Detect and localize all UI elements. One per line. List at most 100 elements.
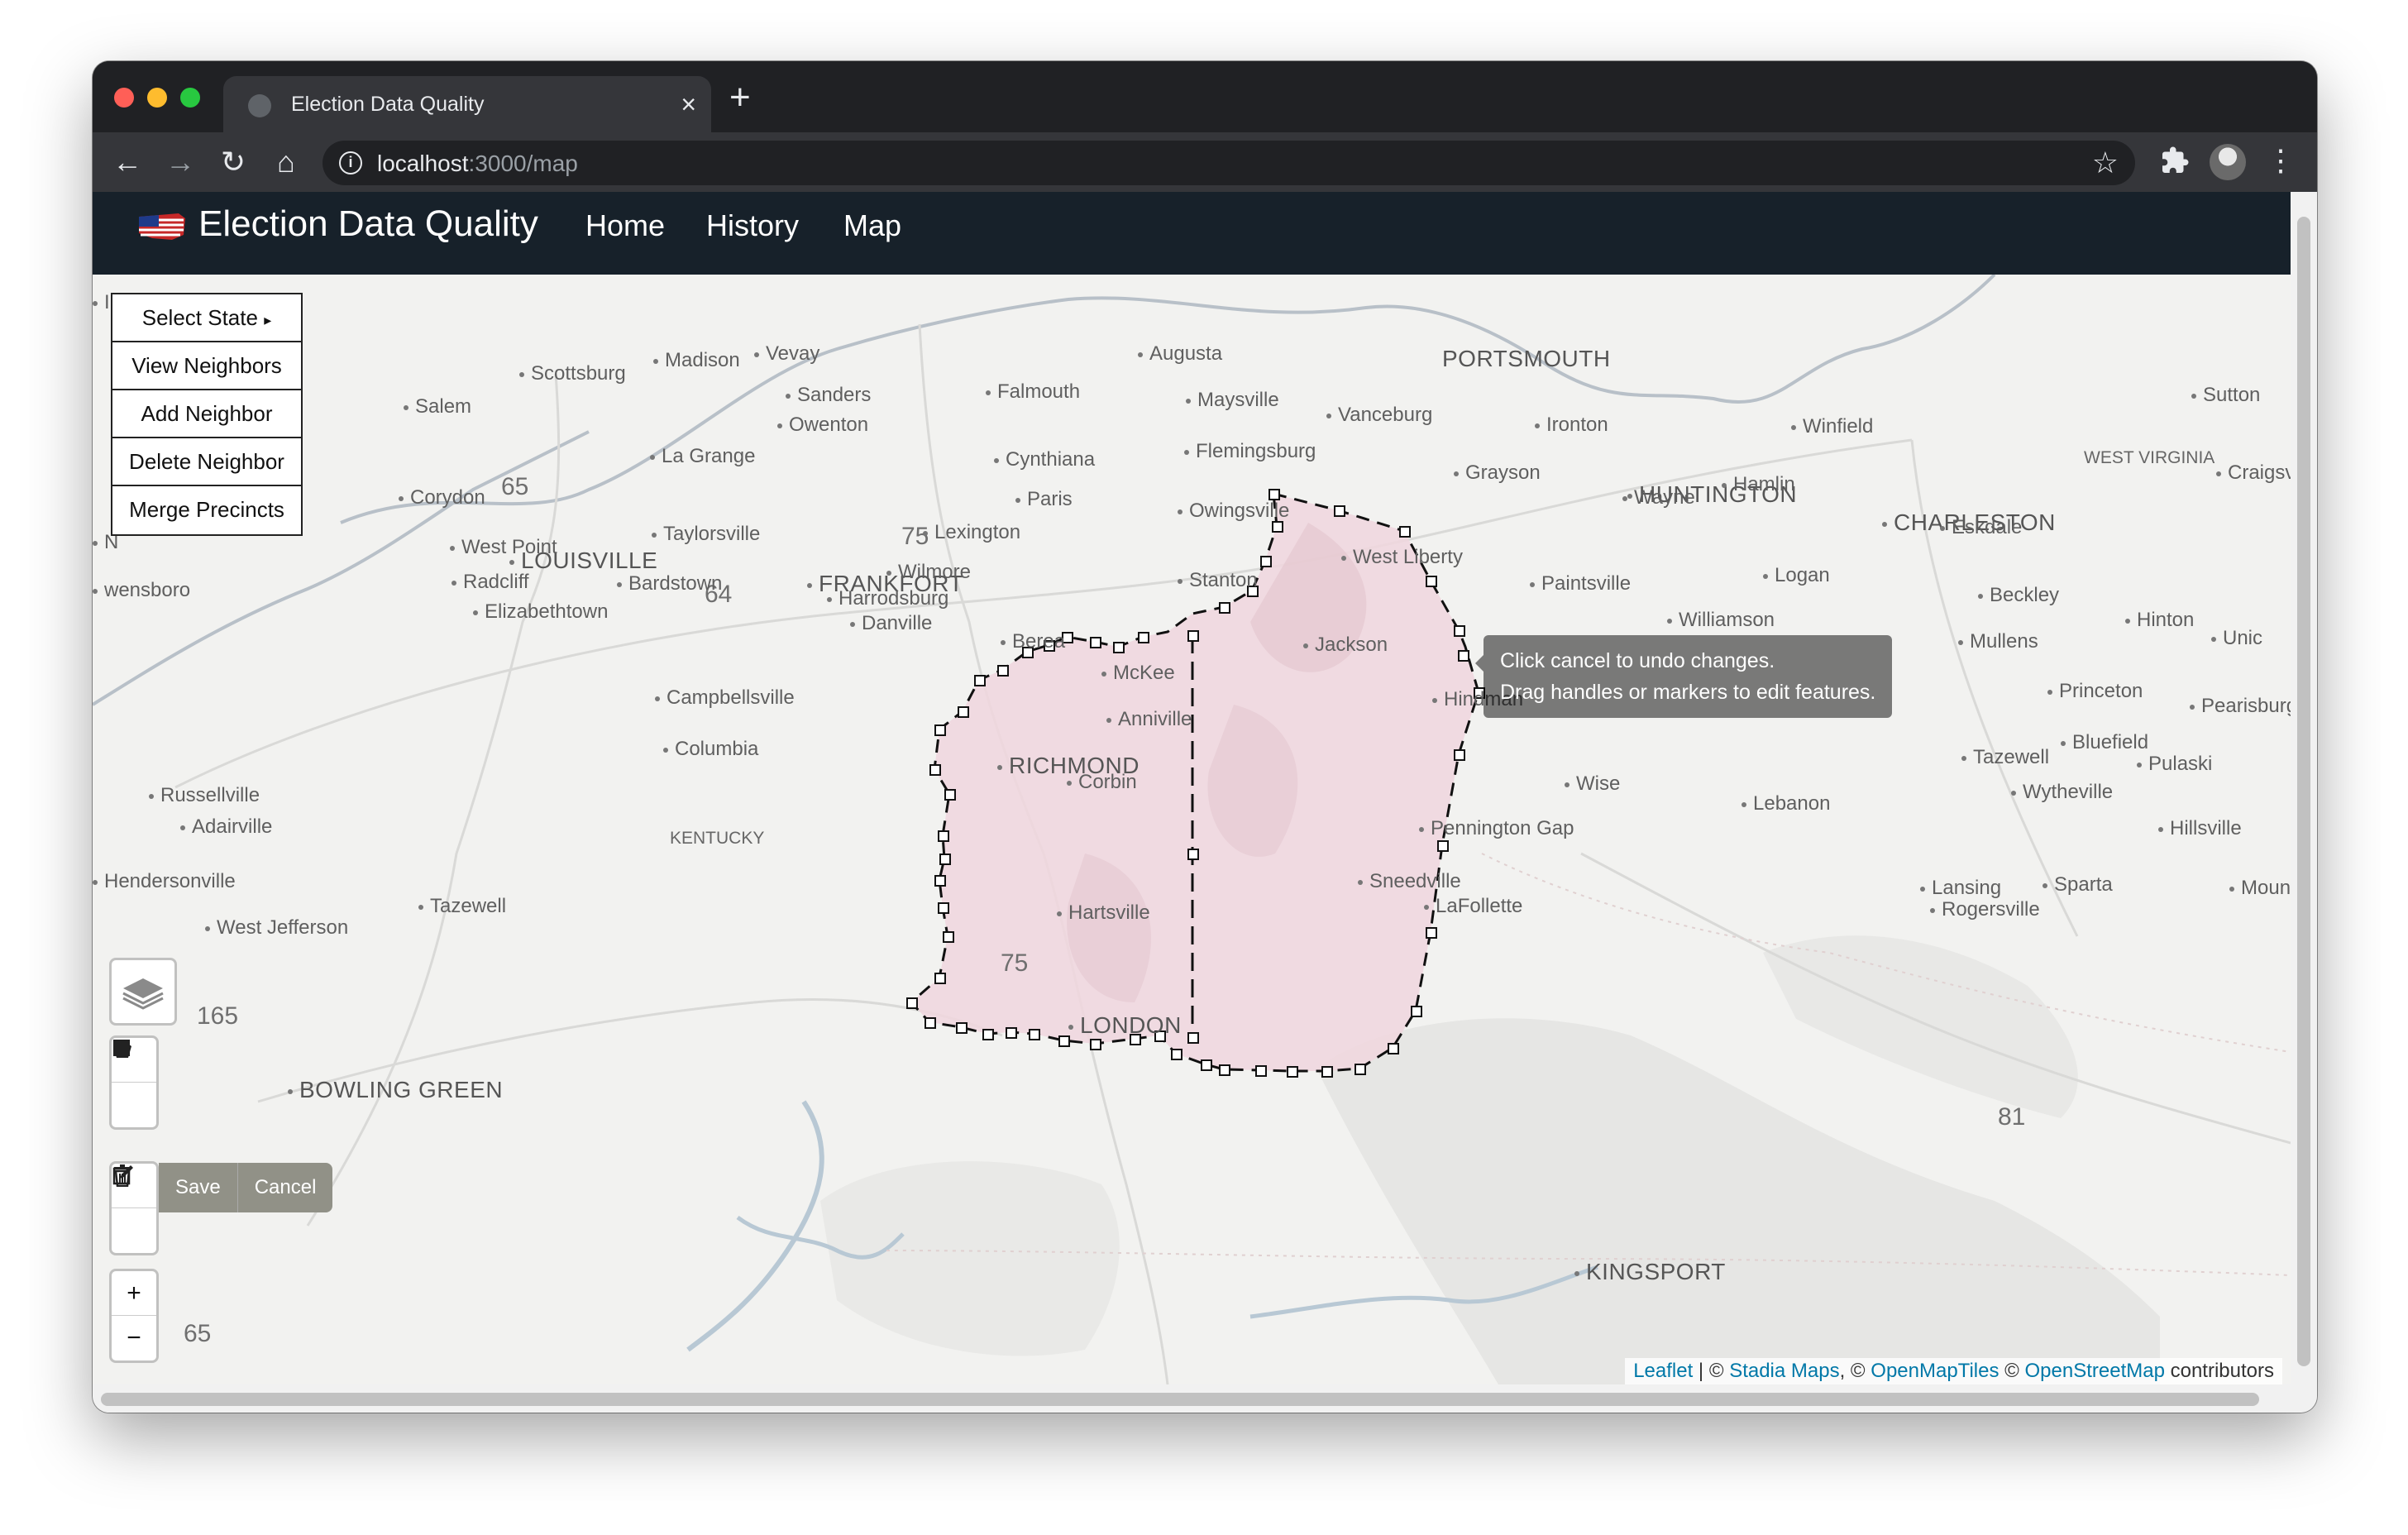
star-icon[interactable]: ☆ (2092, 146, 2119, 180)
town-label: Unic (2211, 627, 2262, 650)
town-label: Stanton (1178, 569, 1258, 592)
add-neighbor-button[interactable]: Add Neighbor (112, 390, 301, 438)
map-label: KINGSPORT (1574, 1259, 1726, 1285)
town-label: Anniville (1106, 708, 1192, 731)
edit-actions: Save Cancel (159, 1163, 333, 1212)
zoom-in-button[interactable]: + (112, 1271, 156, 1316)
address-bar[interactable]: i localhost:3000/map ☆ (322, 141, 2135, 185)
town-label: wensboro (93, 579, 190, 602)
town-label: West Liberty (1341, 546, 1463, 569)
view-neighbors-button[interactable]: View Neighbors (112, 342, 301, 390)
town-label: Paintsville (1530, 572, 1631, 595)
us-flag-logo (139, 213, 185, 240)
browser-window: Election Data Quality × + ← → ↻ ⌂ i loca… (93, 61, 2317, 1413)
layers-control[interactable] (109, 958, 177, 1026)
town-label: Hillsville (2158, 817, 2242, 840)
reload-icon[interactable]: ↻ (215, 144, 251, 180)
merge-precincts-button[interactable]: Merge Precincts (112, 486, 301, 534)
town-label: Tazewell (1961, 746, 2049, 769)
zoom-control: + − (109, 1269, 159, 1363)
app-navbar: Election Data Quality Home History Map (93, 192, 2291, 275)
select-state-button[interactable]: Select State ▸ (112, 294, 301, 342)
maximize-window-button[interactable] (180, 88, 200, 108)
vertical-scrollbar[interactable] (2291, 192, 2317, 1413)
forward-arrow-icon[interactable]: → (162, 144, 198, 180)
town-label: Vevay (754, 342, 819, 366)
town-label: Sutton (2191, 384, 2260, 407)
zoom-out-button[interactable]: − (112, 1316, 156, 1360)
openstreetmap-link[interactable]: OpenStreetMap (2025, 1360, 2165, 1382)
town-label: Harrodsburg (827, 587, 948, 610)
town-label: Campbellsville (655, 686, 795, 710)
attribution-separator: , © (1839, 1360, 1871, 1382)
town-label: Lexington (923, 521, 1020, 544)
tooltip-line: Drag handles or markers to edit features… (1500, 681, 1876, 704)
town-label: Rogersville (1930, 898, 2040, 921)
close-tab-icon[interactable]: × (681, 88, 696, 121)
highway-shield: 65 (501, 473, 529, 500)
map-label: PORTSMOUTH (1442, 346, 1611, 371)
town-label: Bluefield (2061, 731, 2148, 754)
town-label: Paris (1015, 488, 1073, 511)
edit-toolbar (109, 1161, 159, 1255)
profile-avatar[interactable] (2210, 144, 2246, 180)
new-tab-button[interactable]: + (729, 78, 751, 117)
town-label: Grayson (1454, 461, 1541, 485)
town-label: Columbia (663, 738, 758, 761)
nav-home[interactable]: Home (585, 208, 665, 243)
map-label: BOWLING GREEN (288, 1077, 503, 1103)
map-container[interactable]: PORTSMOUTH HUNTINGTON CHARLESTON LOUISVI… (93, 275, 2291, 1384)
town-label: Madison (653, 349, 740, 372)
url-text[interactable]: localhost:3000/map (377, 151, 578, 177)
town-label: Princeton (2047, 680, 2143, 703)
cancel-button[interactable]: Cancel (236, 1163, 333, 1212)
highway-shield: 75 (1001, 949, 1029, 977)
delete-neighbor-button[interactable]: Delete Neighbor (112, 438, 301, 486)
town-label: Hartsville (1057, 901, 1150, 925)
town-label: Sneedville (1358, 870, 1461, 893)
town-label: Beckley (1978, 584, 2059, 607)
town-label: Craigsvi (2216, 461, 2291, 485)
town-label: Lebanon (1742, 792, 1830, 815)
highway-shield: 165 (197, 1002, 239, 1030)
tab-election-data-quality[interactable]: Election Data Quality × (223, 76, 711, 132)
town-label: Jackson (1303, 634, 1388, 657)
town-label: Bardstown (617, 572, 722, 595)
town-label: Owingsville (1178, 500, 1289, 523)
town-label: Lansing (1920, 877, 2001, 900)
extensions-icon[interactable] (2160, 146, 2190, 175)
delete-layers-button[interactable] (112, 1164, 156, 1253)
nav-history[interactable]: History (706, 208, 799, 243)
tooltip-line: Click cancel to undo changes. (1500, 649, 1775, 672)
town-label: Wytheville (2011, 781, 2113, 804)
openmaptiles-link[interactable]: OpenMapTiles (1870, 1360, 1999, 1382)
attribution-tail: contributors (2164, 1360, 2274, 1382)
town-label: La Grange (650, 445, 755, 468)
horizontal-scrollbar[interactable] (93, 1384, 2291, 1413)
highway-shield: 81 (1998, 1103, 2026, 1131)
nav-map[interactable]: Map (843, 208, 901, 243)
draw-rectangle-button[interactable] (112, 1040, 156, 1127)
town-label: Elizabethtown (473, 600, 608, 624)
town-label: Sanders (786, 384, 871, 407)
town-label: Wise (1565, 772, 1620, 796)
save-button[interactable]: Save (159, 1163, 237, 1212)
browser-toolbar: ← → ↻ ⌂ i localhost:3000/map ☆ ⋮ (93, 132, 2317, 192)
town-label: Maysville (1186, 389, 1279, 412)
back-arrow-icon[interactable]: ← (109, 144, 146, 180)
attribution-separator: © (1999, 1360, 2025, 1382)
draw-toolbar (109, 1035, 159, 1130)
stadia-link[interactable]: Stadia Maps (1729, 1360, 1839, 1382)
town-label: West Point (450, 536, 557, 559)
leaflet-link[interactable]: Leaflet (1633, 1360, 1693, 1382)
home-icon[interactable]: ⌂ (268, 144, 304, 180)
brand-title[interactable]: Election Data Quality (198, 203, 538, 245)
town-label: Flemingsburg (1184, 440, 1316, 463)
close-window-button[interactable] (114, 88, 134, 108)
town-label: Wayne (1622, 486, 1695, 509)
town-label: Falmouth (986, 380, 1080, 404)
menu-kebab-icon[interactable]: ⋮ (2266, 142, 2296, 179)
info-icon[interactable]: i (339, 151, 362, 175)
town-label: Wilmore (886, 561, 971, 584)
minimize-window-button[interactable] (147, 88, 167, 108)
